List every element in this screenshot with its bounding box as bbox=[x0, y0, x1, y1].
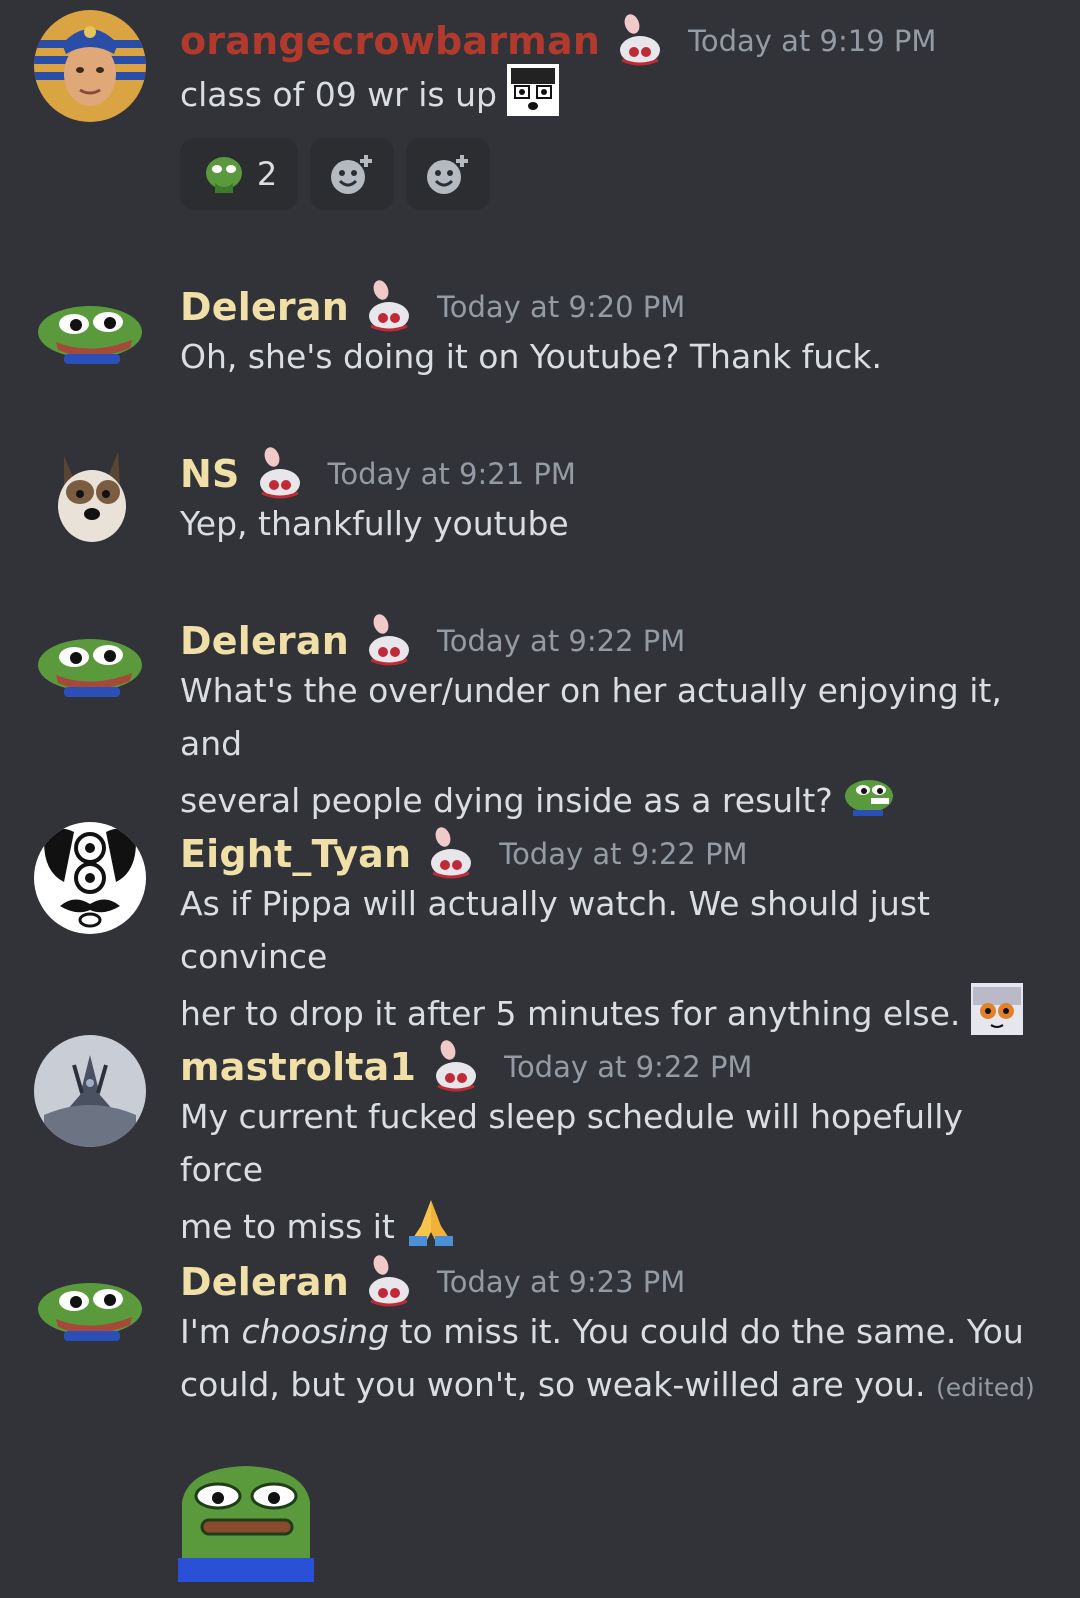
message-text: My current fucked sleep schedule will ho… bbox=[180, 1090, 1040, 1253]
message-content: class of 09 wr is up bbox=[180, 75, 497, 114]
pepe-stare-emoji-icon[interactable] bbox=[178, 1462, 314, 1582]
anime-shocked-emoji-icon bbox=[507, 64, 560, 116]
message-header: NS Today at 9:21 PM bbox=[180, 447, 576, 501]
dragon-avatar[interactable] bbox=[34, 1035, 146, 1147]
bunny-role-badge-icon bbox=[428, 1040, 480, 1094]
bunny-role-badge-icon bbox=[361, 1255, 413, 1309]
timestamp: Today at 9:22 PM bbox=[436, 624, 686, 658]
cartoon-face-avatar[interactable] bbox=[34, 822, 146, 934]
message-header: Deleran Today at 9:20 PM bbox=[180, 280, 685, 334]
pepe-avatar[interactable] bbox=[34, 1253, 146, 1365]
username[interactable]: NS bbox=[180, 452, 240, 496]
message-content: to miss it. You could do the same. You bbox=[389, 1312, 1024, 1351]
timestamp: Today at 9:20 PM bbox=[436, 290, 686, 324]
message-header: Eight_Tyan Today at 9:22 PM bbox=[180, 827, 748, 881]
message-line: me to miss it bbox=[180, 1196, 1040, 1253]
message-line: My current fucked sleep schedule will ho… bbox=[180, 1097, 963, 1189]
add-super-reaction-icon bbox=[331, 155, 372, 194]
timestamp: Today at 9:21 PM bbox=[327, 457, 576, 491]
reaction-count: 2 bbox=[256, 155, 278, 193]
username[interactable]: Deleran bbox=[180, 285, 349, 329]
reaction-pepe-sick[interactable]: 2 bbox=[180, 138, 298, 210]
message-line: several people dying inside as a result? bbox=[180, 770, 1040, 827]
folded-hands-emoji-icon bbox=[405, 1196, 457, 1248]
bunny-role-badge-icon bbox=[612, 14, 664, 68]
message-content: could, but you won't, so weak-willed are… bbox=[180, 1365, 926, 1404]
pharaoh-avatar[interactable] bbox=[34, 10, 146, 122]
message-text: I'm choosing to miss it. You could do th… bbox=[180, 1305, 1040, 1414]
message-text: class of 09 wr is up bbox=[180, 64, 1040, 121]
username[interactable]: Deleran bbox=[180, 1260, 349, 1304]
username[interactable]: mastrolta1 bbox=[180, 1045, 416, 1089]
message-line: her to drop it after 5 minutes for anyth… bbox=[180, 983, 1040, 1040]
bunny-role-badge-icon bbox=[361, 614, 413, 668]
bunny-role-badge-icon bbox=[423, 827, 475, 881]
message-line: As if Pippa will actually watch. We shou… bbox=[180, 884, 930, 976]
pepe-avatar[interactable] bbox=[34, 609, 146, 721]
dog-avatar[interactable] bbox=[34, 442, 146, 554]
message-line: What's the over/under on her actually en… bbox=[180, 671, 1002, 763]
message-header: orangecrowbarman Today at 9:19 PM bbox=[180, 14, 936, 68]
timestamp: Today at 9:19 PM bbox=[688, 24, 937, 58]
timestamp: Today at 9:23 PM bbox=[436, 1265, 686, 1299]
message-line: I'm choosing to miss it. You could do th… bbox=[180, 1305, 1040, 1358]
message-line: could, but you won't, so weak-willed are… bbox=[180, 1358, 1040, 1414]
timestamp: Today at 9:22 PM bbox=[499, 837, 748, 871]
emphasis-text: choosing bbox=[241, 1312, 390, 1351]
message-header: Deleran Today at 9:23 PM bbox=[180, 1255, 685, 1309]
bunny-role-badge-icon bbox=[252, 447, 304, 501]
message-content: me to miss it bbox=[180, 1207, 395, 1246]
add-reaction-icon bbox=[427, 155, 468, 194]
username[interactable]: Eight_Tyan bbox=[180, 832, 411, 876]
username[interactable]: orangecrowbarman bbox=[180, 19, 600, 63]
message-text: What's the over/under on her actually en… bbox=[180, 664, 1040, 827]
anime-girl-emoji-icon bbox=[970, 983, 1023, 1035]
bunny-role-badge-icon bbox=[361, 280, 413, 334]
reactions-bar: 2 bbox=[180, 138, 490, 210]
username[interactable]: Deleran bbox=[180, 619, 349, 663]
message-text: Yep, thankfully youtube bbox=[180, 504, 569, 543]
pepe-grin-emoji-icon bbox=[843, 770, 895, 822]
message-header: Deleran Today at 9:22 PM bbox=[180, 614, 685, 668]
message-text: As if Pippa will actually watch. We shou… bbox=[180, 877, 1040, 1040]
message-content: several people dying inside as a result? bbox=[180, 781, 833, 820]
add-reaction-button[interactable] bbox=[406, 138, 490, 210]
message-content: her to drop it after 5 minutes for anyth… bbox=[180, 994, 961, 1033]
message-content: I'm bbox=[180, 1312, 242, 1351]
pepe-avatar[interactable] bbox=[34, 276, 146, 388]
edited-label: (edited) bbox=[935, 1373, 1035, 1402]
add-super-reaction-button[interactable] bbox=[310, 138, 394, 210]
timestamp: Today at 9:22 PM bbox=[504, 1050, 753, 1084]
pepe-sick-emoji-icon bbox=[205, 157, 242, 193]
message-text: Oh, she's doing it on Youtube? Thank fuc… bbox=[180, 337, 882, 376]
message-header: mastrolta1 Today at 9:22 PM bbox=[180, 1040, 752, 1094]
